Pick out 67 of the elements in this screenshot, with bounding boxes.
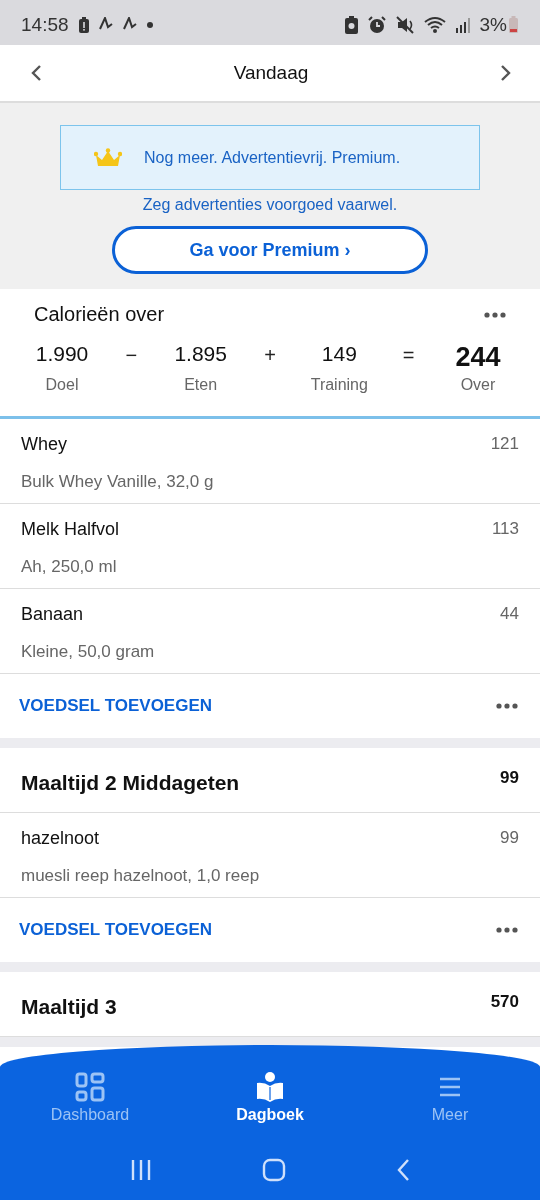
operator-sign: − [125,344,138,368]
calorie-label: Over [460,376,496,395]
chevron-left-icon [30,64,42,82]
add-food-link[interactable]: VOEDSEL TOEVOEGEN [19,696,213,716]
battery-saver-icon [344,15,358,34]
signal-icon [455,16,470,33]
battery-icon [509,16,518,33]
recent-apps-icon [130,1159,152,1181]
back-button[interactable] [396,1158,410,1182]
recent-apps-button[interactable] [130,1159,152,1181]
food-name: Melk Halfvol [21,519,121,541]
food-detail: Ah, 250,0 ml [21,557,118,578]
chevron-right-icon [500,64,512,82]
dot-icon [146,21,153,28]
food-detail: Kleine, 50,0 gram [21,642,156,663]
calorie-value: 1.990 [35,342,89,368]
date-title: Vandaag [233,62,309,84]
reading-person-icon [255,1072,285,1102]
nav-tab[interactable]: Meer [390,1072,510,1145]
crown-icon [94,147,122,168]
next-day-button[interactable] [500,64,512,82]
back-icon [396,1158,410,1182]
food-entry[interactable]: hazelnoot 99 muesli reep hazelnoot, 1,0 reep [0,813,540,898]
food-entry[interactable]: Melk Halfvol 113 Ah, 250,0 ml [0,504,540,589]
promo-tagline: Zeg advertenties voorgoed vaarwel. [142,196,398,214]
food-calories: 113 [491,519,519,540]
add-food-link[interactable]: VOEDSEL TOEVOEGEN [19,920,213,940]
food-calories: 99 [500,828,519,849]
more-icon[interactable] [484,311,506,318]
meal-total: 570 [490,992,519,1012]
grid-icon [75,1072,105,1102]
alert-battery-icon [78,16,89,33]
more-icon[interactable] [496,703,518,709]
calorie-label: Eten [184,376,218,395]
meal-title: Maaltijd 2 Middageten [21,771,240,795]
home-icon [262,1158,286,1182]
more-icon[interactable] [496,927,518,933]
food-name: hazelnoot [21,828,101,850]
wifi-icon [423,15,446,34]
clock-time: 14:58 [21,13,69,36]
mute-icon [395,15,414,34]
calorie-value: 244 [455,342,501,371]
operator-sign: + [264,344,276,368]
food-detail: Bulk Whey Vanille, 32,0 g [21,472,215,493]
food-calories: 44 [500,604,519,625]
nav-tab[interactable]: Dagboek [210,1072,330,1145]
calorie-label: Doel [45,376,79,395]
operator-sign: = [402,344,415,368]
calorie-label: Training [310,376,368,395]
nav-tab[interactable]: Dashboard [30,1072,150,1145]
food-entry[interactable]: Whey 121 Bulk Whey Vanille, 32,0 g [0,419,540,504]
alarm-icon [367,15,386,34]
calorie-value: 1.895 [174,342,227,368]
meal-title: Maaltijd 3 [21,995,117,1019]
section-title: Calorieën over [34,303,165,327]
food-detail: muesli reep hazelnoot, 1,0 reep [21,866,261,887]
food-entry[interactable]: Banaan 44 Kleine, 50,0 gram [0,589,540,674]
premium-button[interactable]: Ga voor Premium › [112,226,428,274]
food-calories: 121 [490,434,519,455]
food-name: Whey [21,434,68,456]
battery-percent: 3% [479,13,507,36]
previous-day-button[interactable] [30,64,42,82]
meal-total: 99 [500,768,519,788]
food-name: Banaan [21,604,85,626]
home-button[interactable] [262,1158,286,1182]
calorie-value: 149 [321,342,357,368]
banner-text: Nog meer. Advertentievrij. Premium. [144,148,401,167]
